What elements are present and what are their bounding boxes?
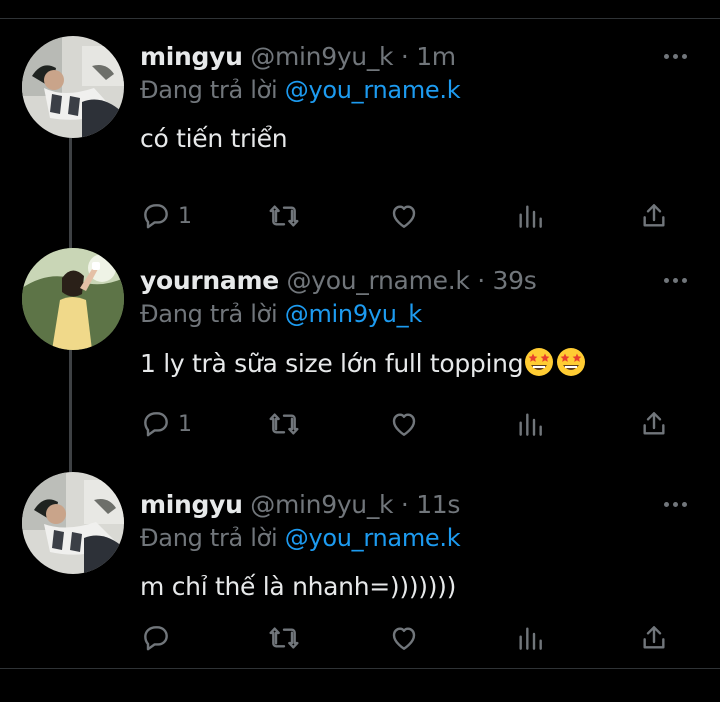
reply-mention[interactable]: @you_rname.k (285, 524, 461, 552)
avatar[interactable] (22, 248, 124, 350)
more-icon[interactable] (664, 494, 692, 514)
like-icon (392, 627, 416, 650)
reply-context: Đang trả lời @min9yu_k (140, 298, 422, 330)
like-icon (392, 413, 416, 436)
views-icon (519, 627, 542, 650)
star-struck-emoji (525, 348, 554, 376)
separator: · (477, 266, 485, 295)
reply-count: 1 (178, 203, 192, 229)
more-icon[interactable] (664, 270, 692, 290)
display-name[interactable]: mingyu (140, 490, 243, 519)
share-icon (643, 626, 665, 649)
handle[interactable]: @min9yu_k (250, 490, 393, 519)
tweet-header: mingyu @min9yu_k · 1m (140, 40, 456, 74)
reply-mention[interactable]: @min9yu_k (285, 300, 422, 328)
reply-mention[interactable]: @you_rname.k (285, 76, 461, 104)
views-button[interactable] (514, 620, 546, 656)
bottom-divider (0, 668, 720, 669)
reply-icon (144, 626, 168, 651)
reply-count: 1 (178, 411, 192, 437)
timestamp[interactable]: 11s (416, 490, 460, 519)
reply-prefix: Đang trả lời (140, 300, 278, 328)
share-icon (643, 412, 665, 435)
share-button[interactable] (638, 620, 670, 656)
more-icon[interactable] (664, 46, 692, 66)
retweet-icon (269, 627, 299, 649)
timestamp[interactable]: 1m (416, 42, 456, 71)
reply-button[interactable] (140, 620, 178, 656)
action-bar: 1 (140, 406, 680, 442)
display-name[interactable]: yourname (140, 266, 279, 295)
views-icon (519, 413, 542, 436)
tweet-text-body: 1 ly trà sữa size lớn full topping (140, 349, 524, 378)
reply-context: Đang trả lời @you_rname.k (140, 522, 461, 554)
share-button[interactable] (638, 198, 670, 234)
retweet-button[interactable] (268, 620, 300, 656)
reply-button[interactable]: 1 (140, 406, 192, 442)
reply-prefix: Đang trả lời (140, 76, 278, 104)
like-button[interactable] (388, 620, 420, 656)
share-icon (643, 204, 665, 227)
tweet-header: yourname @you_rname.k · 39s (140, 264, 537, 298)
handle[interactable]: @you_rname.k (287, 266, 470, 295)
retweet-button[interactable] (268, 406, 300, 442)
like-icon (392, 205, 416, 228)
handle[interactable]: @min9yu_k (250, 42, 393, 71)
tweet-header: mingyu @min9yu_k · 11s (140, 488, 460, 522)
star-struck-emoji (557, 348, 586, 376)
avatar[interactable] (22, 36, 124, 138)
separator: · (400, 42, 409, 71)
share-button[interactable] (638, 406, 670, 442)
tweet[interactable]: yourname @you_rname.k · 39s Đang trả lời… (0, 248, 720, 478)
like-button[interactable] (388, 198, 420, 234)
action-bar (140, 620, 680, 656)
retweet-icon (269, 205, 299, 227)
like-button[interactable] (388, 406, 420, 442)
tweet-text: m chỉ thế là nhanh=))))))) (140, 572, 457, 601)
retweet-icon (269, 413, 299, 435)
top-divider (0, 0, 720, 19)
views-button[interactable] (514, 198, 546, 234)
tweet-text: 1 ly trà sữa size lớn full topping (140, 346, 587, 381)
action-bar: 1 (140, 198, 680, 234)
retweet-button[interactable] (268, 198, 300, 234)
reply-context: Đang trả lời @you_rname.k (140, 74, 461, 106)
reply-button[interactable]: 1 (140, 198, 192, 234)
views-button[interactable] (514, 406, 546, 442)
tweet-text: có tiến triển (140, 124, 288, 153)
reply-prefix: Đang trả lời (140, 524, 278, 552)
timestamp[interactable]: 39s (493, 266, 537, 295)
separator: · (400, 490, 409, 519)
reply-icon (144, 412, 168, 437)
reply-icon (144, 204, 168, 229)
views-icon (519, 205, 542, 228)
tweet[interactable]: mingyu @min9yu_k · 1m Đang trả lời @you_… (0, 30, 720, 254)
display-name[interactable]: mingyu (140, 42, 243, 71)
avatar[interactable] (22, 472, 124, 574)
